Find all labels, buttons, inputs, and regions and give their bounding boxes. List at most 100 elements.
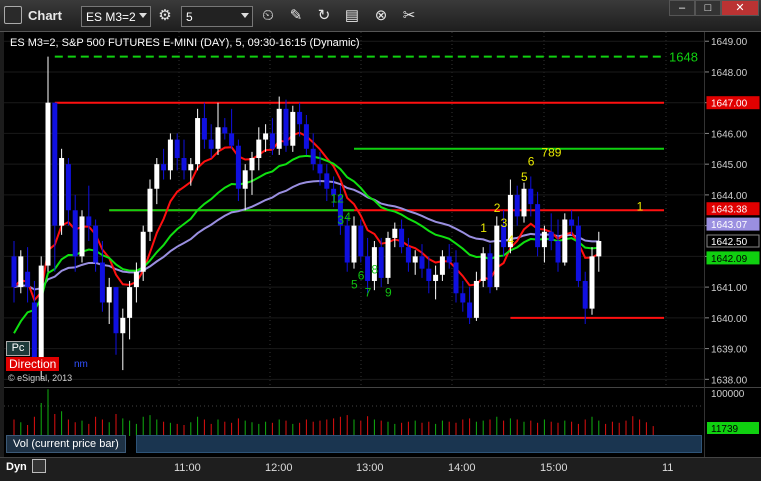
candle-body xyxy=(86,216,92,226)
candle-body xyxy=(18,256,24,288)
candle-body xyxy=(460,293,466,303)
price-chart-svg: 1648123 4567891234567891 xyxy=(4,32,704,387)
symbol-dropdown-icon[interactable] xyxy=(139,13,147,18)
candle-body xyxy=(575,225,581,281)
candle-body xyxy=(541,231,547,248)
candle-body xyxy=(133,271,139,288)
candle-body xyxy=(38,265,44,364)
symbol-input[interactable]: ES M3=2 xyxy=(81,6,151,27)
close-button[interactable]: ✕ xyxy=(721,0,759,16)
price-tick-label: 1646.00 xyxy=(711,129,748,140)
candle-body xyxy=(433,274,439,281)
direction-extra-label: nm xyxy=(74,359,88,370)
direction-button[interactable]: Direction xyxy=(6,357,60,371)
volume-value-label: 11739 xyxy=(711,424,739,435)
candle-body xyxy=(412,256,418,263)
candle-body xyxy=(242,170,248,189)
price-axis-svg: 1649.00 1648.00 1647.00 1646.00 1645.00 1644.… xyxy=(705,37,760,386)
candle-body xyxy=(140,231,146,272)
wave-count-label: 4 xyxy=(507,233,514,247)
wave-count-label: 6 xyxy=(528,155,535,169)
candle-body xyxy=(25,271,31,288)
price-chart[interactable]: 1648 12 3 4 5 6 7 8 9 1 2 3 4 5 6 789 1 xyxy=(4,32,704,387)
price-label-text: 1647.00 xyxy=(711,99,748,110)
candle-body xyxy=(283,108,289,146)
candle-body xyxy=(487,253,493,288)
candle-body xyxy=(229,133,235,146)
candle-body xyxy=(11,256,17,288)
candle-body xyxy=(147,188,153,232)
refresh-icon[interactable]: ↻ xyxy=(313,5,335,27)
dashed-level-label: 1648 xyxy=(669,50,698,65)
time-label-next-day: 11 xyxy=(662,462,674,474)
candle-body xyxy=(535,204,541,248)
candle-body xyxy=(215,127,221,149)
candle-body xyxy=(201,118,207,140)
candle-body xyxy=(72,210,78,257)
price-tick-label: 1641.00 xyxy=(711,283,748,294)
price-axis[interactable]: 1649.00 1648.00 1647.00 1646.00 1645.00 1644.… xyxy=(704,32,761,387)
chart-app-icon xyxy=(4,6,22,24)
wave-count-label: 6 xyxy=(358,268,365,282)
copyright-label: © eSignal, 2013 xyxy=(8,373,73,383)
minimize-button[interactable]: – xyxy=(669,0,695,16)
price-tick-label: 1640.00 xyxy=(711,314,748,325)
price-label-text: 1642.09 xyxy=(711,254,748,265)
wave-count-label: 7 xyxy=(365,285,372,299)
candle-body xyxy=(249,158,255,171)
candle-body xyxy=(589,256,595,309)
price-tick-label: 1638.00 xyxy=(711,375,748,386)
candle-body xyxy=(167,139,173,171)
close-circle-icon[interactable]: ⊗ xyxy=(370,5,392,27)
clock-icon[interactable]: ⏲ xyxy=(257,5,279,27)
wave-count-label: 3 xyxy=(501,216,508,230)
price-tick-label: 1649.00 xyxy=(711,37,748,48)
candle-body xyxy=(365,256,371,281)
wave-count-label: 789 xyxy=(541,145,561,159)
candle-body xyxy=(161,164,167,171)
dyn-label[interactable]: Dyn xyxy=(6,461,27,473)
time-label-1300: 13:00 xyxy=(356,462,384,474)
candle-body xyxy=(596,241,602,257)
candle-body xyxy=(269,133,275,149)
volume-axis-svg: 100000 11739 xyxy=(707,389,759,435)
candle-body xyxy=(120,317,126,334)
time-label-1100: 11:00 xyxy=(174,462,201,474)
wave-count-label: 4 xyxy=(344,210,351,224)
candle-body xyxy=(378,247,384,278)
candle-body xyxy=(358,225,364,257)
candle-body xyxy=(405,247,411,263)
wave-count-label: 1 xyxy=(637,199,644,213)
candle-body xyxy=(276,108,282,149)
candle-body xyxy=(555,241,561,263)
time-label-1500: 15:00 xyxy=(540,462,568,474)
pc-button[interactable]: Pc xyxy=(6,341,30,356)
wave-count-label: 1 xyxy=(480,221,487,235)
candle-body xyxy=(297,111,303,125)
price-tick-label: 1644.00 xyxy=(711,191,748,202)
candle-body xyxy=(45,102,51,266)
interval-value: 5 xyxy=(186,10,193,24)
candle-body xyxy=(79,216,85,257)
maximize-button[interactable]: □ xyxy=(695,0,721,16)
tools-icon[interactable]: ✂ xyxy=(398,5,420,27)
chart-settings-icon[interactable]: ▤ xyxy=(341,5,363,27)
interval-dropdown-icon[interactable] xyxy=(241,13,249,18)
candle-body xyxy=(106,287,112,303)
candle-body xyxy=(548,231,554,242)
dyn-settings-icon[interactable] xyxy=(32,459,46,473)
interval-input[interactable]: 5 xyxy=(181,6,253,27)
candle-body xyxy=(562,219,568,263)
candle-body xyxy=(127,287,133,318)
candle-body xyxy=(99,262,105,303)
candle-body xyxy=(310,148,316,165)
pencil-icon[interactable]: ✎ xyxy=(285,5,307,27)
candle-body xyxy=(426,268,432,281)
candle-body xyxy=(521,188,527,217)
gear-icon[interactable]: ⚙ xyxy=(154,5,176,27)
candle-body xyxy=(181,158,187,171)
volume-label[interactable]: Vol (current price bar) xyxy=(6,435,126,453)
volume-scrollbar[interactable] xyxy=(136,435,702,453)
candle-body xyxy=(514,194,520,217)
candle-body xyxy=(385,237,391,278)
